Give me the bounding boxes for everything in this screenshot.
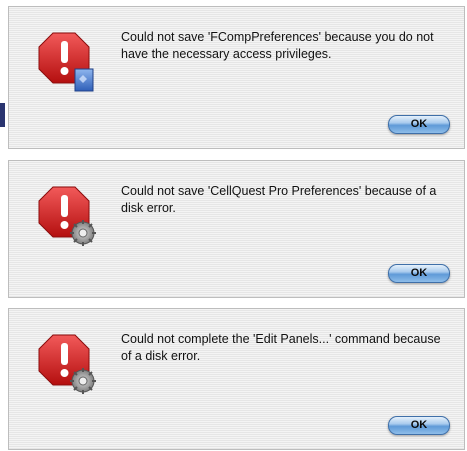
- screenshot-page: Could not save 'FCompPreferences' becaus…: [0, 0, 467, 451]
- alert-message: Could not save 'FCompPreferences' becaus…: [121, 30, 434, 61]
- alert-dialog-2: Could not save 'CellQuest Pro Preference…: [8, 160, 465, 298]
- alert-dialog-3: Could not complete the 'Edit Panels...' …: [8, 308, 465, 450]
- ok-button[interactable]: OK: [388, 115, 450, 134]
- stop-alert-icon: [37, 29, 97, 93]
- alert-dialog-1: Could not save 'FCompPreferences' becaus…: [8, 6, 465, 149]
- ok-button[interactable]: OK: [388, 264, 450, 283]
- ok-button[interactable]: OK: [388, 416, 450, 435]
- alert-message: Could not complete the 'Edit Panels...' …: [121, 332, 441, 363]
- window-edge-fragment: [0, 103, 5, 127]
- document-icon: [74, 68, 94, 92]
- alert-message: Could not save 'CellQuest Pro Preference…: [121, 184, 437, 215]
- stop-alert-icon: [37, 183, 97, 247]
- stop-alert-icon: [37, 331, 97, 395]
